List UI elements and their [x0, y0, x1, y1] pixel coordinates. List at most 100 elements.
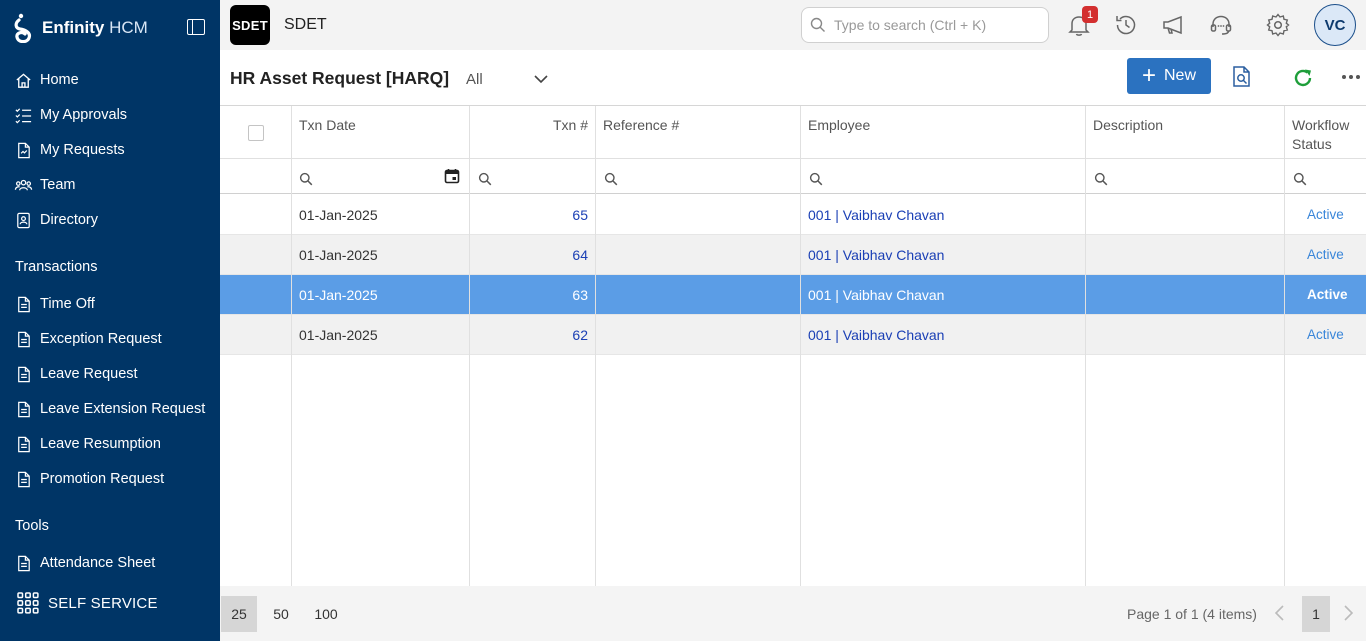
org-name: SDET [284, 16, 327, 33]
document-icon [18, 331, 30, 347]
page-size-50[interactable]: 50 [263, 596, 299, 632]
page-size-25[interactable]: 25 [221, 596, 257, 632]
column-header-txn-date[interactable]: Txn Date [299, 116, 356, 135]
history-icon[interactable] [1113, 12, 1139, 38]
sidebar-collapse-icon[interactable] [187, 19, 205, 35]
sidebar-item-home[interactable]: Home [14, 68, 79, 92]
user-avatar[interactable]: VC [1314, 4, 1356, 46]
column-divider [291, 106, 292, 587]
page-number-button[interactable]: 1 [1302, 596, 1330, 632]
table-row[interactable]: 01-Jan-2025 62 001 | Vaibhav Chavan Acti… [220, 315, 1366, 355]
home-icon [16, 72, 31, 88]
txn-date-cell: 01-Jan-2025 [299, 287, 378, 303]
sidebar-item-my-requests[interactable]: My Requests [14, 138, 125, 162]
refresh-icon[interactable] [1292, 67, 1314, 89]
notification-count-badge: 1 [1082, 6, 1098, 23]
employee-cell[interactable]: 001 | Vaibhav Chavan [808, 287, 944, 303]
sidebar-item-label: My Approvals [40, 107, 128, 123]
sidebar-item-label: Leave Resumption [40, 436, 161, 452]
page-info: Page 1 of 1 (4 items) [1127, 606, 1257, 622]
sidebar-item-label: Home [40, 72, 79, 88]
filter-search-icon[interactable] [604, 172, 618, 186]
org-badge[interactable]: SDET [230, 5, 270, 45]
settings-gear-icon[interactable] [1265, 12, 1291, 38]
page-title: HR Asset Request [HARQ] [230, 68, 450, 88]
data-grid: 01-Jan-2025 65 001 | Vaibhav Chavan Acti… [220, 105, 1366, 587]
txn-date-cell: 01-Jan-2025 [299, 247, 378, 263]
preview-document-icon[interactable] [1231, 65, 1253, 89]
column-divider[interactable] [595, 106, 596, 587]
table-row[interactable]: 01-Jan-2025 64 001 | Vaibhav Chavan Acti… [220, 235, 1366, 275]
sidebar-item-leave-extension-request[interactable]: Leave Extension Request [14, 397, 205, 421]
filter-search-icon[interactable] [1094, 172, 1108, 186]
column-divider[interactable] [469, 106, 470, 587]
support-headset-icon[interactable] [1208, 12, 1234, 38]
employee-cell[interactable]: 001 | Vaibhav Chavan [808, 327, 944, 343]
sidebar-item-time-off[interactable]: Time Off [14, 292, 95, 316]
team-icon [14, 179, 33, 190]
txn-date-cell: 01-Jan-2025 [299, 207, 378, 223]
txn-number-cell[interactable]: 64 [572, 247, 588, 263]
page-size-100[interactable]: 100 [308, 596, 344, 632]
workflow-status-cell: Active [1307, 287, 1348, 302]
self-service-label: SELF SERVICE [48, 594, 158, 612]
new-button[interactable]: + New [1127, 58, 1211, 94]
table-row[interactable]: 01-Jan-2025 65 001 | Vaibhav Chavan Acti… [220, 195, 1366, 235]
column-header-employee[interactable]: Employee [808, 116, 870, 135]
sidebar-item-leave-request[interactable]: Leave Request [14, 362, 138, 386]
workflow-status-cell: Active [1307, 207, 1344, 222]
sidebar-item-label: Exception Request [40, 331, 162, 347]
search-icon [810, 17, 825, 32]
calendar-icon[interactable] [444, 168, 460, 184]
checklist-icon [15, 107, 32, 123]
txn-number-cell[interactable]: 65 [572, 207, 588, 223]
chevron-down-icon [534, 75, 548, 84]
more-options-icon[interactable] [1341, 73, 1361, 81]
sidebar-item-label: Leave Extension Request [40, 401, 206, 417]
employee-cell[interactable]: 001 | Vaibhav Chavan [808, 247, 944, 263]
employee-cell[interactable]: 001 | Vaibhav Chavan [808, 207, 944, 223]
sidebar-item-leave-resumption[interactable]: Leave Resumption [14, 432, 161, 456]
column-header-reference[interactable]: Reference # [603, 116, 679, 135]
workflow-status-cell: Active [1307, 327, 1344, 342]
sidebar-item-label: Team [40, 177, 76, 193]
column-header-txn-number[interactable]: Txn # [553, 116, 588, 135]
column-divider[interactable] [800, 106, 801, 587]
column-header-description[interactable]: Description [1093, 116, 1163, 135]
sidebar-item-directory[interactable]: Directory [14, 208, 98, 232]
select-all-checkbox[interactable] [248, 125, 264, 141]
filter-search-icon[interactable] [478, 172, 492, 186]
sidebar-item-promotion-request[interactable]: Promotion Request [14, 467, 164, 491]
sidebar-item-label: My Requests [40, 142, 125, 158]
column-divider[interactable] [1284, 106, 1285, 587]
column-divider[interactable] [1085, 106, 1086, 587]
previous-page-icon[interactable] [1270, 603, 1290, 623]
next-page-icon[interactable] [1338, 603, 1358, 623]
sidebar-item-exception-request[interactable]: Exception Request [14, 327, 162, 351]
status-filter-dropdown[interactable]: All [466, 68, 550, 90]
sidebar-item-team[interactable]: Team [14, 173, 75, 197]
txn-number-cell[interactable]: 63 [572, 287, 588, 303]
column-header-workflow-status[interactable]: Workflow Status [1292, 116, 1362, 154]
document-icon [18, 366, 30, 382]
megaphone-icon[interactable] [1161, 12, 1187, 38]
global-search[interactable] [801, 7, 1049, 43]
filter-search-icon[interactable] [299, 172, 313, 186]
app-grid-icon [17, 592, 39, 614]
sidebar-item-label: Leave Request [40, 366, 138, 382]
grid-filter-row [220, 159, 1366, 194]
self-service-button[interactable]: SELF SERVICE [17, 592, 158, 614]
table-row-selected[interactable]: 01-Jan-2025 63 001 | Vaibhav Chavan Acti… [220, 275, 1366, 315]
brand[interactable]: Enfinity HCM [14, 12, 148, 44]
txn-number-cell[interactable]: 62 [572, 327, 588, 343]
filter-search-icon[interactable] [809, 172, 823, 186]
filter-search-icon[interactable] [1293, 172, 1307, 186]
sidebar-item-my-approvals[interactable]: My Approvals [14, 103, 127, 127]
search-input[interactable] [834, 17, 1034, 33]
sidebar-item-attendance-sheet[interactable]: Attendance Sheet [14, 551, 155, 575]
request-doc-icon [18, 142, 30, 158]
document-icon [18, 555, 30, 571]
enfinity-logo-icon [14, 13, 32, 43]
sidebar-item-label: Directory [40, 212, 99, 228]
sidebar: Enfinity HCM Home My Approvals My Reques… [0, 0, 220, 641]
